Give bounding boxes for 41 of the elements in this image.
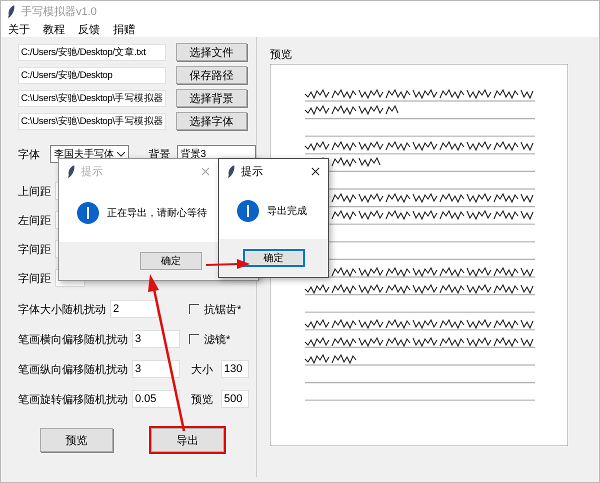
browse-button[interactable]: 选择字体: [176, 112, 247, 130]
browse-button[interactable]: 选择背景: [176, 89, 247, 107]
jitter-label: 笔画横向偏移随机扰动: [18, 332, 128, 346]
ok-button[interactable]: 确定: [140, 252, 202, 270]
checkbox-label: 抗锯齿*: [204, 302, 242, 316]
dialog-title: 提示: [81, 164, 103, 178]
jitter-field[interactable]: 3: [132, 360, 180, 378]
preview-label: 预览: [270, 48, 293, 62]
jitter-label: 笔画纵向偏移随机扰动: [18, 362, 128, 376]
menu-item[interactable]: 捐赠: [113, 22, 135, 36]
jitter-field[interactable]: 0.05: [132, 390, 180, 408]
jitter-label: 字体大小随机扰动: [18, 302, 106, 316]
spacing-label: 左间距: [18, 214, 51, 228]
browse-button[interactable]: 选择文件: [176, 43, 247, 61]
option-field[interactable]: 130: [221, 360, 249, 378]
jitter-field[interactable]: 2: [110, 300, 158, 318]
option-field[interactable]: 500: [221, 390, 249, 408]
checkbox-label: 滤镜*: [204, 332, 230, 346]
action-button[interactable]: 导出: [151, 428, 224, 452]
spacing-label: 上间距: [18, 184, 51, 198]
window-title: 手写模拟器v1.0: [21, 4, 97, 18]
jitter-field[interactable]: 3: [132, 330, 180, 348]
option-label: 预览: [191, 392, 213, 406]
font-label: 字体: [18, 148, 40, 162]
dialog-message: 正在导出，请耐心等待: [107, 206, 207, 220]
jitter-label: 笔画旋转偏移随机扰动: [18, 392, 128, 406]
ok-button[interactable]: 确定: [242, 249, 304, 267]
browse-button[interactable]: 保存路径: [176, 66, 247, 84]
menu-item[interactable]: 教程: [43, 22, 65, 36]
menu-item[interactable]: 反馈: [78, 22, 100, 36]
spacing-label: 字间距: [18, 242, 51, 256]
path-field[interactable]: C:/Users/安驰/Desktop: [18, 66, 166, 84]
dialog-title: 提示: [241, 164, 263, 178]
option-label: 大小: [191, 362, 213, 376]
spacing-label: 字间距: [18, 272, 51, 286]
action-button[interactable]: 预览: [40, 428, 113, 452]
path-field[interactable]: C:\Users\安驰\Desktop\手写模拟器: [18, 90, 166, 106]
path-field[interactable]: C:/Users/安驰/Desktop/文章.txt: [18, 44, 166, 60]
dialog-message: 导出完成: [267, 204, 307, 218]
path-field[interactable]: C:\Users\安驰\Desktop\手写模拟器: [18, 112, 166, 130]
menu-item[interactable]: 关于: [8, 22, 30, 36]
